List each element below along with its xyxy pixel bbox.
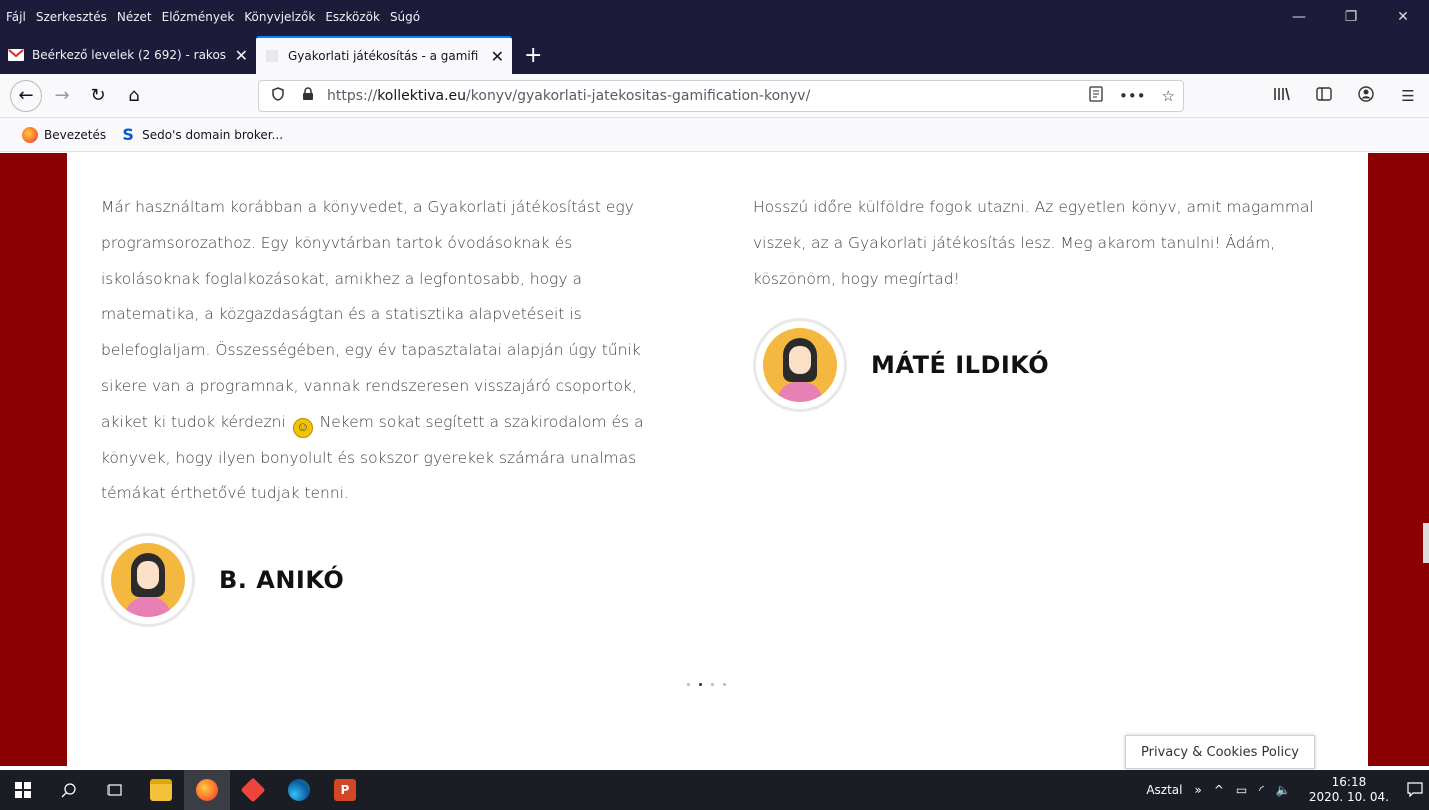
firefox-taskbar-icon[interactable] (184, 770, 230, 810)
testimonial-author-2: MÁTÉ ILDIKÓ (753, 318, 1049, 412)
reload-button[interactable]: ↻ (82, 80, 114, 112)
clock-date: 2020. 10. 04. (1308, 790, 1389, 804)
tab-title: Gyakorlati játékosítás - a gamifi (288, 49, 479, 63)
page-viewport: Már használtam korábban a könyvedet, a G… (0, 153, 1429, 766)
toolbar-right: ☰ (1261, 74, 1429, 118)
testimonial-text-2: Hosszú időre külföldre fogok utazni. Az … (753, 198, 1314, 288)
menu-file[interactable]: Fájl (6, 10, 26, 24)
carousel-dot[interactable] (723, 683, 726, 686)
privacy-cookies-button[interactable]: Privacy & Cookies Policy (1125, 735, 1315, 769)
menu-edit[interactable]: Szerkesztés (36, 10, 107, 24)
back-button[interactable]: ← (10, 79, 42, 112)
url-path: /konyv/gyakorlati-jatekositas-gamificati… (466, 88, 811, 104)
carousel-dot-active[interactable] (699, 683, 702, 686)
url-actions: ••• ☆ (1089, 81, 1175, 111)
sidebar-icon[interactable] (1303, 87, 1345, 105)
bookmark-sedo[interactable]: S Sedo's domain broker... (120, 125, 284, 144)
author-name: MÁTÉ ILDIKÓ (871, 351, 1050, 379)
sedo-icon: S (122, 125, 134, 144)
restore-button[interactable]: ❐ (1325, 9, 1377, 25)
url-bar[interactable]: https://kollektiva.eu/konyv/gyakorlati-j… (258, 80, 1184, 112)
system-tray: Asztal » ^ ▭ ◜ 🔈 16:18 2020. 10. 04. (1140, 770, 1429, 810)
window-controls: — ❐ ✕ (1273, 0, 1429, 34)
tab-gmail[interactable]: Beérkező levelek (2 692) - rakos ✕ (0, 36, 256, 74)
url-prefix: https:// (327, 88, 378, 104)
bookmark-bevezetes[interactable]: Bevezetés (22, 126, 107, 143)
menu-bookmarks[interactable]: Könyvjelzők (244, 10, 315, 24)
account-icon[interactable] (1345, 86, 1387, 106)
edge-icon[interactable] (276, 770, 322, 810)
menu-view[interactable]: Nézet (117, 10, 152, 24)
testimonials-section: Már használtam korábban a könyvedet, a G… (67, 153, 1368, 766)
close-window-button[interactable]: ✕ (1377, 9, 1429, 25)
library-icon[interactable] (1261, 86, 1303, 106)
bookmark-label: Bevezetés (44, 127, 107, 142)
battery-icon[interactable]: ▭ (1236, 783, 1247, 797)
carousel-dot[interactable] (687, 683, 690, 686)
avatar (101, 533, 195, 627)
scrollbar[interactable] (1423, 523, 1429, 563)
menu-hamburger-icon[interactable]: ☰ (1387, 87, 1429, 105)
menu-bar: Fájl Szerkesztés Nézet Előzmények Könyvj… (0, 0, 1429, 34)
menu-help[interactable]: Súgó (390, 10, 420, 24)
gmail-icon (8, 47, 24, 63)
tab-strip: Beérkező levelek (2 692) - rakos ✕ Gyako… (0, 34, 1429, 74)
testimonial-text-1: Már használtam korábban a könyvedet, a G… (101, 190, 671, 512)
tracking-shield-icon[interactable] (267, 87, 289, 105)
taskbar: P Asztal » ^ ▭ ◜ 🔈 16:18 2020. 10. 04. (0, 770, 1429, 810)
avatar-woman-icon (111, 543, 185, 617)
menu-items: Fájl Szerkesztés Nézet Előzmények Könyvj… (0, 10, 430, 24)
anydesk-icon[interactable] (230, 770, 276, 810)
smiley-icon: ☺ (292, 417, 313, 438)
powerpoint-icon[interactable]: P (322, 770, 368, 810)
forward-button[interactable]: → (46, 80, 78, 112)
bookmark-star-icon[interactable]: ☆ (1162, 87, 1175, 105)
tab-title: Beérkező levelek (2 692) - rakos (32, 48, 227, 62)
clock[interactable]: 16:18 2020. 10. 04. (1309, 775, 1389, 805)
volume-icon[interactable]: 🔈 (1276, 783, 1291, 797)
bookmark-label: Sedo's domain broker... (142, 127, 284, 142)
testimonial-author-1: B. ANIKÓ (101, 533, 344, 627)
tab-gyakorlati[interactable]: Gyakorlati játékosítás - a gamifi ✕ (256, 36, 512, 74)
menu-tools[interactable]: Eszközök (325, 10, 380, 24)
testimonial-text-1-part1: Már használtam korábban a könyvedet, a G… (101, 198, 641, 431)
page-actions-icon[interactable]: ••• (1119, 87, 1146, 105)
clock-time: 16:18 (1331, 775, 1367, 789)
carousel-dots (687, 683, 726, 686)
show-hidden-icons-icon[interactable]: ^ (1214, 783, 1224, 797)
close-tab-icon[interactable]: ✕ (491, 47, 504, 66)
url-domain: kollektiva.eu (377, 88, 467, 104)
author-name: B. ANIKÓ (219, 566, 345, 594)
home-button[interactable]: ⌂ (118, 80, 150, 112)
reader-view-icon[interactable] (1089, 86, 1103, 106)
navigation-toolbar: ← → ↻ ⌂ https://kollektiva.eu/konyv/gyak… (0, 74, 1429, 118)
page-icon (264, 48, 280, 64)
start-windows-icon[interactable] (0, 770, 46, 810)
toolbar-overflow-icon[interactable]: » (1194, 783, 1201, 797)
search-icon[interactable] (46, 770, 92, 810)
notifications-icon[interactable] (1407, 781, 1423, 800)
task-view-icon[interactable] (92, 770, 138, 810)
network-icon[interactable]: ◜ (1259, 783, 1264, 797)
desktop-toolbar-label[interactable]: Asztal (1146, 783, 1182, 797)
file-explorer-icon[interactable] (138, 770, 184, 810)
url-text: https://kollektiva.eu/konyv/gyakorlati-j… (327, 88, 810, 104)
new-tab-button[interactable]: + (512, 36, 554, 74)
menu-history[interactable]: Előzmények (162, 10, 235, 24)
firefox-icon (22, 126, 38, 143)
bookmarks-bar: Bevezetés S Sedo's domain broker... (0, 118, 1429, 152)
carousel-dot[interactable] (711, 683, 714, 686)
avatar (753, 318, 847, 412)
lock-icon[interactable] (297, 87, 319, 105)
close-tab-icon[interactable]: ✕ (235, 46, 248, 65)
minimize-button[interactable]: — (1273, 9, 1325, 25)
avatar-woman-icon (763, 328, 837, 402)
